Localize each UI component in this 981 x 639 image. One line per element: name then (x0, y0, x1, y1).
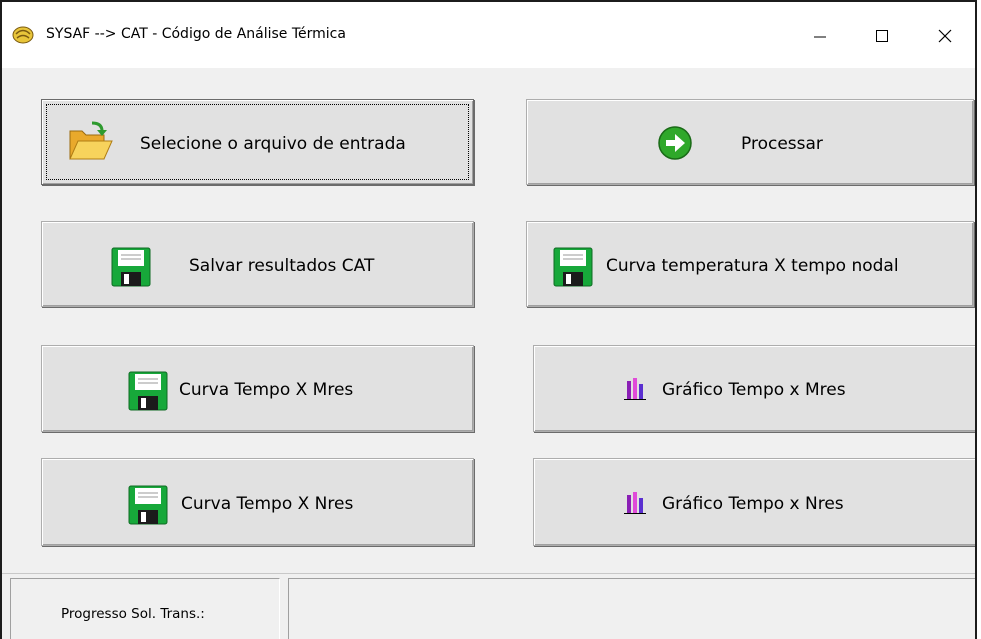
minimize-icon (814, 36, 826, 38)
app-window: SYSAF --> CAT - Código de Análise Térmic… (0, 0, 977, 639)
arrow-right-circle-icon (658, 126, 692, 160)
curve-time-nres-button[interactable]: Curva Tempo X Nres (41, 458, 474, 546)
bar-chart-icon (624, 378, 646, 400)
title-bar[interactable]: SYSAF --> CAT - Código de Análise Térmic… (2, 2, 975, 68)
floppy-disk-icon (128, 485, 168, 525)
close-button[interactable] (917, 18, 973, 54)
minimize-button[interactable] (792, 18, 848, 54)
graph-time-mres-button[interactable]: Gráfico Tempo x Mres (533, 345, 975, 432)
save-results-label: Salvar resultados CAT (189, 256, 375, 276)
graph-time-nres-label: Gráfico Tempo x Nres (662, 494, 844, 514)
process-button[interactable]: Processar (526, 99, 974, 185)
status-label-panel: Progresso Sol. Trans.: (10, 578, 280, 639)
window-title: SYSAF --> CAT - Código de Análise Térmic… (46, 26, 346, 42)
select-input-file-button[interactable]: Selecione o arquivo de entrada (41, 99, 474, 185)
status-bar: Progresso Sol. Trans.: (2, 573, 975, 639)
curve-temperature-time-label: Curva temperatura X tempo nodal (606, 256, 899, 276)
bar-chart-icon (624, 492, 646, 514)
maximize-icon (876, 30, 888, 42)
curve-time-mres-button[interactable]: Curva Tempo X Mres (41, 345, 474, 432)
progress-label: Progresso Sol. Trans.: (61, 606, 205, 622)
folder-open-icon (69, 121, 113, 160)
curve-temperature-time-button[interactable]: Curva temperatura X tempo nodal (526, 221, 974, 307)
process-label: Processar (741, 134, 823, 154)
floppy-disk-icon (111, 247, 151, 287)
graph-time-nres-button[interactable]: Gráfico Tempo x Nres (533, 458, 975, 546)
graph-time-mres-label: Gráfico Tempo x Mres (662, 380, 846, 400)
floppy-disk-icon (128, 371, 168, 411)
app-icon (12, 26, 34, 44)
save-results-button[interactable]: Salvar resultados CAT (41, 221, 474, 307)
close-icon (938, 29, 952, 43)
curve-time-mres-label: Curva Tempo X Mres (179, 380, 354, 400)
maximize-button[interactable] (854, 18, 910, 54)
select-input-file-label: Selecione o arquivo de entrada (140, 134, 406, 154)
curve-time-nres-label: Curva Tempo X Nres (181, 494, 354, 514)
floppy-disk-icon (553, 247, 593, 287)
progress-panel (288, 578, 975, 639)
